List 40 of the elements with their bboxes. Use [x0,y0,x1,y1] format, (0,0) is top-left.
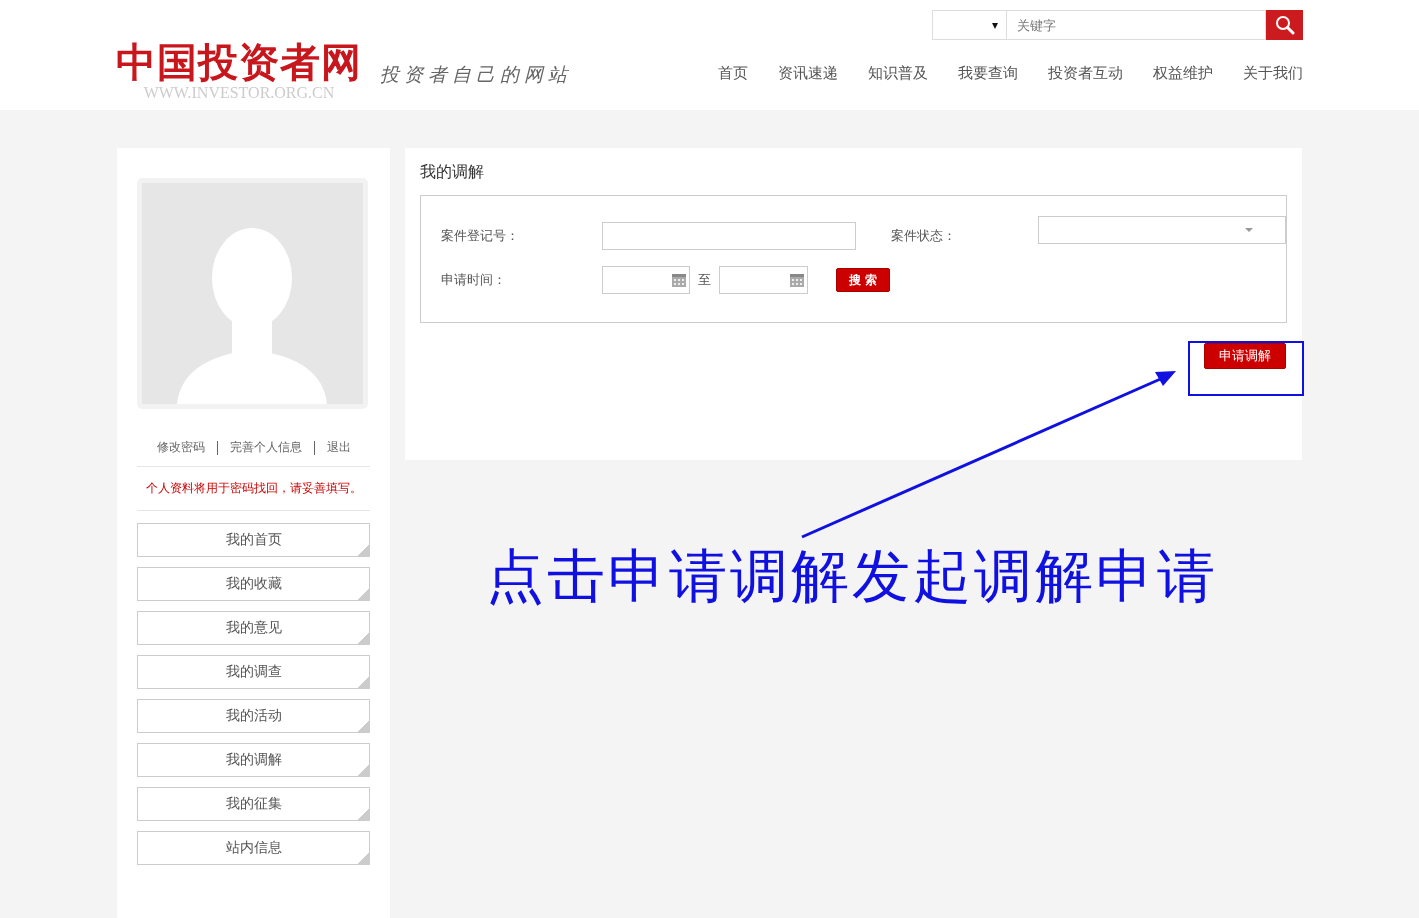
date-field[interactable] [601,266,691,294]
nav-link[interactable]: 首页 [718,64,748,83]
account-link[interactable]: 完善个人信息 [229,439,302,456]
menu-item[interactable]: 我的活动 [137,699,370,733]
apply-button[interactable]: 申请调解 [1204,343,1286,369]
account-link[interactable]: 修改密码 [156,439,205,456]
field-label: 案件状态： [890,227,957,245]
menu-item[interactable]: 我的征集 [137,787,370,821]
site-logo[interactable]: 中国投资者网 [116,40,362,84]
account-link[interactable]: 退出 [326,439,351,456]
input-field[interactable] [601,222,856,250]
menu-item[interactable]: 我的首页 [137,523,370,557]
caret-icon [1245,228,1253,232]
menu-item[interactable]: 我的收藏 [137,567,370,601]
nav-link[interactable]: 投资者互动 [1048,64,1123,83]
nav-link[interactable]: 我要查询 [958,64,1018,83]
menu-item[interactable]: 我的调查 [137,655,370,689]
nav-link[interactable]: 知识普及 [868,64,928,83]
calendar-icon[interactable] [789,272,806,288]
category-dropdown[interactable]: ▾ [932,10,1006,40]
search-icon [1274,15,1295,35]
page-title: 我的调解 [420,162,485,183]
annotation-text: 点击申请调解发起调解申请 [486,541,1218,612]
menu-item[interactable]: 我的调解 [137,743,370,777]
nav-link[interactable]: 资讯速递 [778,64,838,83]
field-label: 申请时间： [441,271,507,289]
nav-link[interactable]: 关于我们 [1243,64,1303,83]
nav-link[interactable]: 权益维护 [1153,64,1213,83]
slogan: 投资者自己的网站 [380,63,572,87]
status-dropdown[interactable] [1038,216,1286,244]
field-label: 案件登记号： [441,227,520,245]
date-separator: 至 [698,271,712,289]
search-field[interactable]: 关键字 [1006,10,1266,40]
search-button[interactable]: 搜 索 [836,268,891,292]
date-field[interactable] [719,266,809,294]
notice-text: 个人资料将用于密码找回，请妥善填写。 [137,466,370,511]
calendar-icon[interactable] [671,272,688,288]
menu-item[interactable]: 站内信息 [137,831,370,865]
menu-item[interactable]: 我的意见 [137,611,370,645]
search-button[interactable] [1266,10,1303,40]
